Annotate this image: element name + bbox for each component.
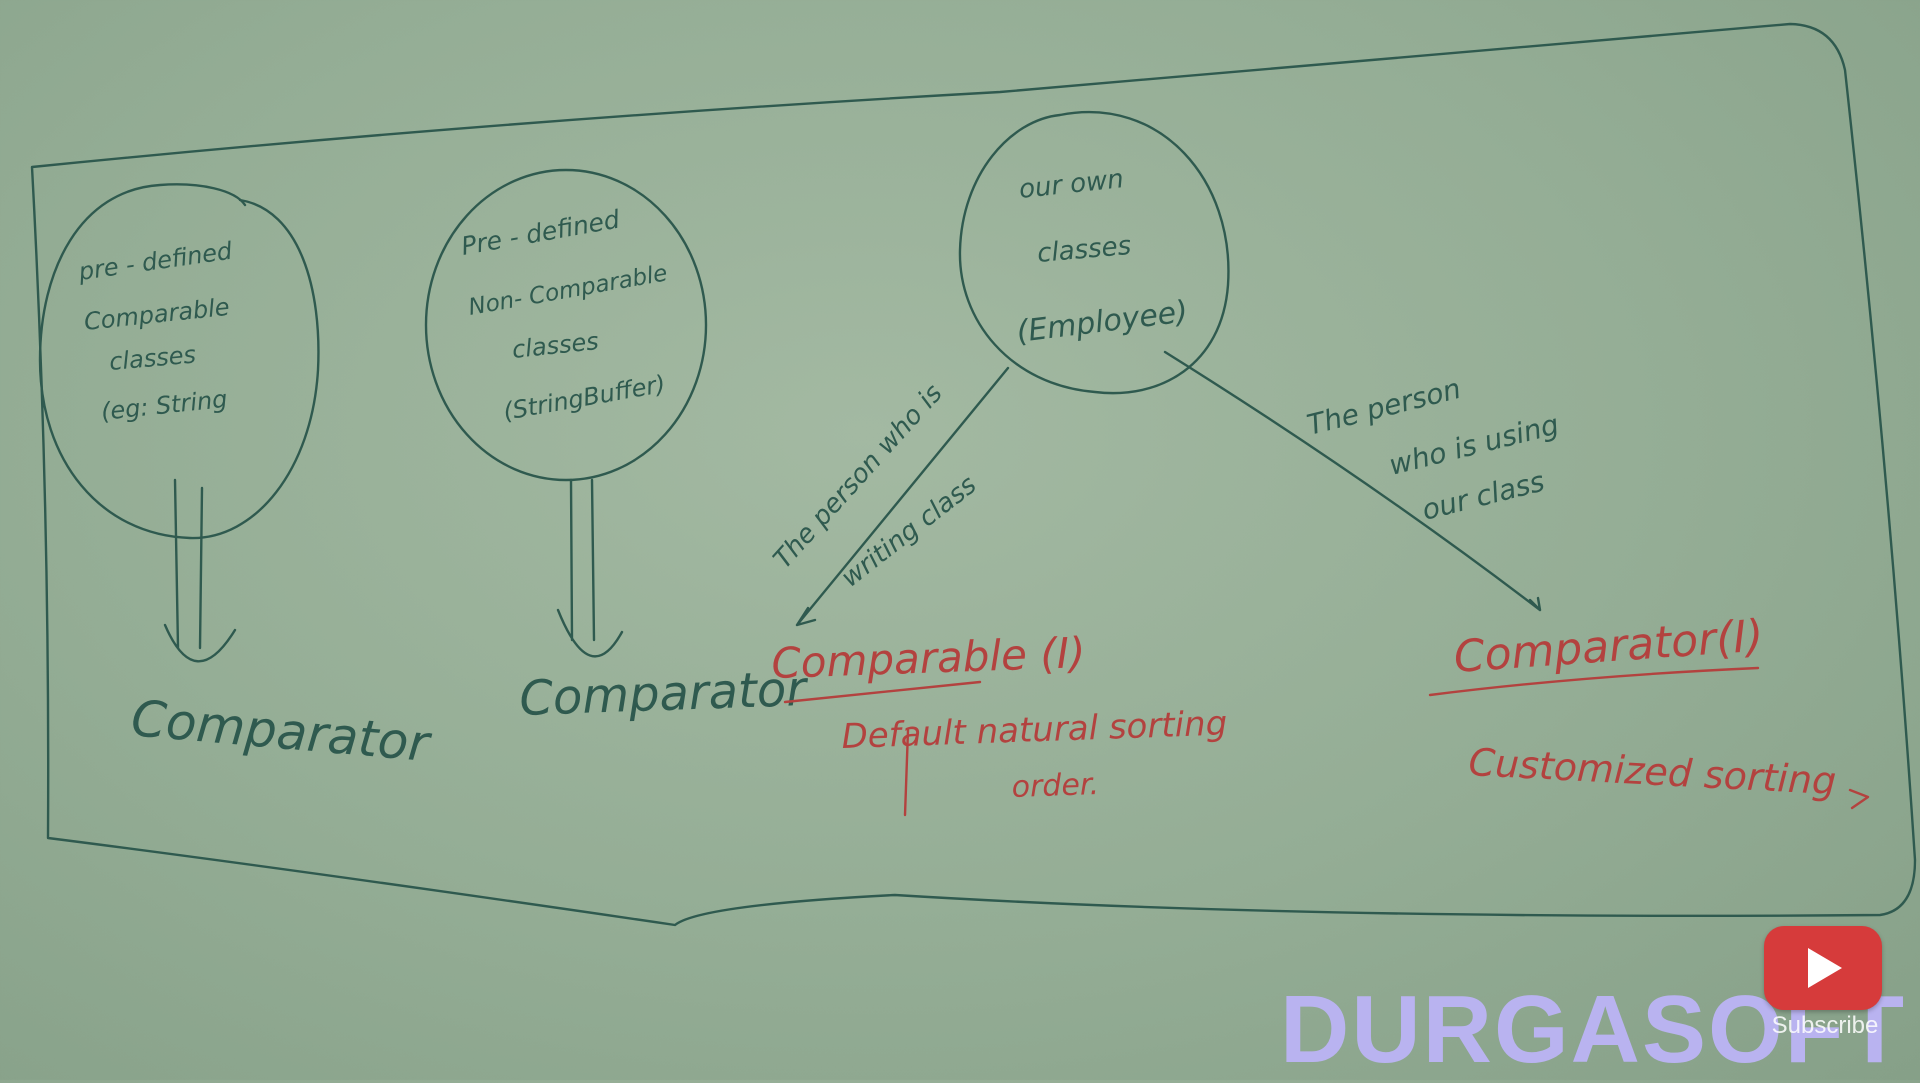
target-comparable: Comparable (I) Default natural sorting o… [771,628,1228,817]
target-comparable-desc-1: Default natural sorting [841,704,1228,757]
node-middle-text: Pre - defined Non- Comparable classes (S… [459,205,669,426]
youtube-play-icon[interactable] [1764,926,1882,1010]
node-right-line-3: (Employee) [1015,294,1190,350]
node-middle-line-3: classes [511,327,600,364]
node-right-text: our own classes (Employee) [1015,164,1190,350]
play-triangle-icon [1808,948,1842,988]
node-right-line-1: our own [1018,164,1126,205]
target-comparable-desc-2: order. [1011,767,1099,805]
node-left-line-2: Comparable [83,293,231,336]
node-left-line-1: pre - defined [76,237,235,286]
edge-user-line-1: The person [1304,372,1464,442]
node-left-line-4: (eg: String [100,385,229,426]
target-comparator-title: Comparator(I) [1452,610,1765,683]
node-left-line-3: classes [108,341,197,376]
edge-writer-text: The person who is writing class [768,379,982,594]
node-middle-line-1: Pre - defined [459,205,622,261]
target-comparator-arrowhead [1848,788,1870,810]
label-middle: Comparator [518,661,810,727]
target-comparator: Comparator(I) Customized sorting [1428,610,1870,810]
node-left-text: pre - defined Comparable classes (eg: St… [76,237,235,426]
target-comparable-title: Comparable (I) [771,628,1087,688]
whiteboard: pre - defined Comparable classes (eg: St… [30,22,1917,927]
subscribe-label[interactable]: Subscribe [1766,1012,1884,1040]
node-middle-line-4: (StringBuffer) [501,370,667,426]
arrow-middle [556,478,624,658]
arrow-left [163,478,237,663]
edge-user-text: The person who is using our class [1304,372,1562,527]
target-comparator-desc: Customized sorting [1468,740,1838,803]
node-middle-line-2: Non- Comparable [467,260,670,321]
edge-user-line-3: our class [1419,465,1548,527]
edge-writer-line-1: The person who is [768,379,949,575]
label-left: Comparator [129,689,435,773]
node-right-line-2: classes [1036,231,1132,269]
